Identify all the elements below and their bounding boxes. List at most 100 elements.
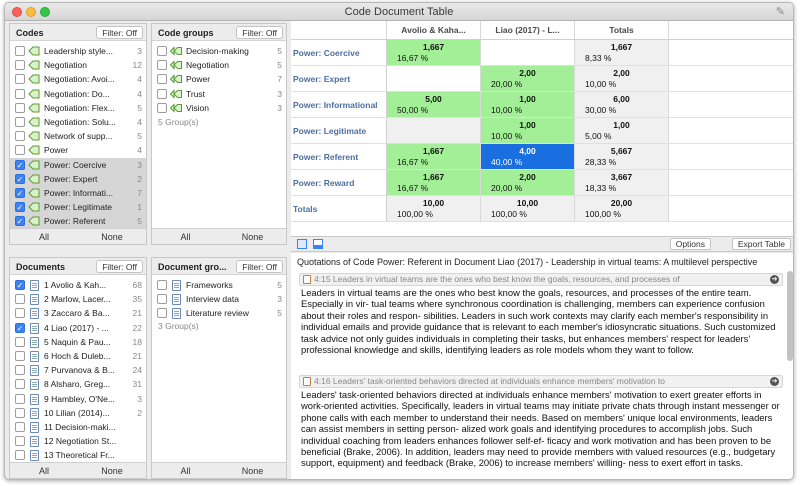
column-header-totals[interactable]: Totals: [575, 21, 669, 40]
document-checkbox[interactable]: [15, 379, 25, 390]
table-cell[interactable]: 1,667 16,67 %: [387, 144, 481, 170]
code-checkbox[interactable]: ✓: [15, 216, 25, 227]
code-checkbox[interactable]: [15, 145, 25, 156]
code-checkbox[interactable]: [15, 88, 25, 99]
go-to-quotation-icon[interactable]: ➔: [770, 377, 779, 386]
code-group-item[interactable]: Vision 3: [152, 101, 286, 115]
documents-none-button[interactable]: None: [78, 465, 146, 477]
table-cell[interactable]: 1,667 8,33 %: [575, 40, 669, 66]
code-group-item[interactable]: Trust 3: [152, 87, 286, 101]
code-item[interactable]: Negotiation 12: [10, 58, 146, 72]
documents-all-button[interactable]: All: [10, 465, 78, 477]
document-checkbox[interactable]: [15, 365, 25, 376]
codes-filter-button[interactable]: Filter: Off: [96, 26, 143, 39]
document-group-checkbox[interactable]: [157, 294, 167, 305]
code-item[interactable]: Negotiation: Do... 4: [10, 87, 146, 101]
document-item[interactable]: 2 Marlow, Lacer... 35: [10, 292, 146, 306]
document-item[interactable]: 9 Hambley, O'Ne... 3: [10, 392, 146, 406]
document-item[interactable]: ✓ 4 Liao (2017) - ... 22: [10, 321, 146, 335]
code-item[interactable]: ✓ Power: Coercive 3: [10, 157, 146, 172]
document-item[interactable]: 13 Theoretical Fr...: [10, 448, 146, 462]
row-header[interactable]: Power: Referent: [291, 144, 387, 170]
document-checkbox[interactable]: [15, 351, 25, 361]
go-to-quotation-icon[interactable]: ➔: [770, 275, 779, 284]
row-header[interactable]: Power: Reward: [291, 170, 387, 196]
document-checkbox[interactable]: [15, 308, 25, 319]
table-cell[interactable]: [481, 40, 575, 66]
document-groups-all-button[interactable]: All: [152, 465, 219, 477]
code-group-item[interactable]: Negotiation 5: [152, 58, 286, 72]
code-item[interactable]: Negotiation: Flex... 5: [10, 101, 146, 115]
export-table-button[interactable]: Export Table: [731, 238, 791, 250]
table-cell[interactable]: 3,667 18,33 %: [575, 170, 669, 196]
documents-filter-button[interactable]: Filter: Off: [96, 260, 143, 273]
row-header[interactable]: Power: Legitimate: [291, 118, 387, 144]
document-item[interactable]: 7 Purvanova & B... 24: [10, 363, 146, 377]
code-groups-filter-button[interactable]: Filter: Off: [236, 26, 283, 39]
table-cell[interactable]: 2,00 10,00 %: [575, 66, 669, 92]
document-group-checkbox[interactable]: [157, 308, 167, 319]
document-item[interactable]: 6 Hoch & Duleb... 21: [10, 349, 146, 363]
document-checkbox[interactable]: ✓: [15, 280, 25, 290]
table-cell[interactable]: 20,00 100,00 %: [575, 196, 669, 222]
code-group-checkbox[interactable]: [157, 88, 167, 99]
table-cell[interactable]: 5,00 50,00 %: [387, 92, 481, 118]
document-group-item[interactable]: Frameworks 5: [152, 278, 286, 292]
table-cell[interactable]: 5,667 28,33 %: [575, 144, 669, 170]
code-item[interactable]: ✓ Power: Expert 2: [10, 171, 146, 186]
codes-all-button[interactable]: All: [10, 231, 78, 243]
code-item[interactable]: ✓ Power: Referent 5: [10, 214, 146, 229]
code-group-checkbox[interactable]: [157, 46, 167, 56]
document-item[interactable]: 8 Alsharo, Greg... 31: [10, 377, 146, 391]
code-item[interactable]: Negotiation: Avoi... 4: [10, 72, 146, 86]
row-header[interactable]: Power: Informational: [291, 92, 387, 118]
table-cell[interactable]: 10,00 100,00 %: [481, 196, 575, 222]
table-cell[interactable]: 1,00 10,00 %: [481, 92, 575, 118]
code-checkbox[interactable]: [15, 131, 25, 142]
code-group-item[interactable]: Decision-making 5: [152, 44, 286, 58]
code-group-item[interactable]: Power 7: [152, 72, 286, 86]
code-item[interactable]: Network of supp... 5: [10, 129, 146, 143]
layout-bottom-icon[interactable]: [313, 239, 323, 249]
quotations-scrollbar[interactable]: [787, 271, 793, 361]
code-checkbox[interactable]: [15, 102, 25, 113]
document-item[interactable]: 5 Naquin & Pau... 18: [10, 335, 146, 349]
document-checkbox[interactable]: [15, 393, 25, 404]
code-item[interactable]: Negotiation: Solu... 4: [10, 115, 146, 129]
code-group-checkbox[interactable]: [157, 74, 167, 85]
table-cell[interactable]: 1,00 10,00 %: [481, 118, 575, 144]
table-cell[interactable]: 2,00 20,00 %: [481, 170, 575, 196]
codes-none-button[interactable]: None: [78, 231, 146, 243]
code-checkbox[interactable]: [15, 46, 25, 56]
table-cell[interactable]: 6,00 30,00 %: [575, 92, 669, 118]
document-item[interactable]: 3 Zaccaro & Ba... 21: [10, 306, 146, 320]
code-checkbox[interactable]: [15, 60, 25, 71]
code-checkbox[interactable]: [15, 117, 25, 127]
pin-icon[interactable]: ✎: [776, 5, 785, 18]
document-groups-filter-button[interactable]: Filter: Off: [236, 260, 283, 273]
row-header[interactable]: Power: Expert: [291, 66, 387, 92]
table-cell[interactable]: [387, 118, 481, 144]
table-cell[interactable]: 1,667 16,67 %: [387, 170, 481, 196]
layout-left-icon[interactable]: [297, 239, 307, 249]
column-header-liao[interactable]: Liao (2017) - L...: [481, 21, 575, 40]
table-cell[interactable]: [387, 66, 481, 92]
options-button[interactable]: Options: [669, 238, 711, 250]
code-groups-all-button[interactable]: All: [152, 231, 219, 243]
table-cell[interactable]: 2,00 20,00 %: [481, 66, 575, 92]
table-cell[interactable]: 1,667 16,67 %: [387, 40, 481, 66]
code-item[interactable]: Leadership style... 3: [10, 44, 146, 58]
table-cell[interactable]: 4,00 40,00 %: [481, 144, 575, 170]
code-checkbox[interactable]: ✓: [15, 188, 25, 198]
document-item[interactable]: 10 Lilian (2014)... 2: [10, 406, 146, 420]
document-group-item[interactable]: Literature review 5: [152, 306, 286, 320]
code-checkbox[interactable]: [15, 74, 25, 85]
code-group-checkbox[interactable]: [157, 60, 167, 71]
document-item[interactable]: 12 Negotiation St...: [10, 434, 146, 448]
document-checkbox[interactable]: [15, 407, 25, 418]
document-checkbox[interactable]: [15, 422, 25, 432]
document-group-checkbox[interactable]: [157, 280, 167, 290]
document-item[interactable]: 11 Decision-maki...: [10, 420, 146, 434]
document-group-item[interactable]: Interview data 3: [152, 292, 286, 306]
document-item[interactable]: ✓ 1 Avolio & Kah... 68: [10, 278, 146, 292]
